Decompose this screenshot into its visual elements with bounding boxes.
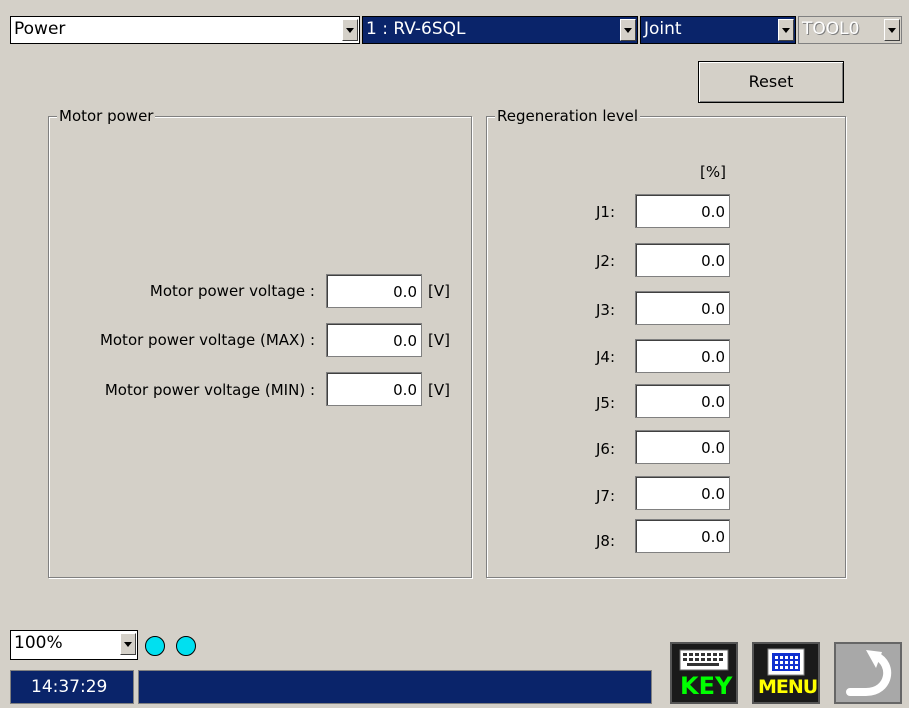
coordinate-select-value: Joint	[644, 19, 682, 39]
screen-select-value: Power	[14, 19, 66, 39]
key-button-label: KEY	[680, 672, 733, 700]
joint-label-j5: J5:	[596, 394, 616, 412]
joint-label-j6: J6:	[596, 440, 616, 458]
motor-voltage-unit: [V]	[428, 282, 450, 300]
joint-value-j4: 0.0	[635, 339, 730, 373]
joint-label-j1: J1:	[596, 203, 616, 221]
tool-select-value: TOOL0	[802, 19, 860, 39]
motor-power-title: Motor power	[57, 107, 156, 125]
motor-voltage-label: Motor power voltage :	[149, 282, 315, 300]
motor-voltage-min-field: 0.0	[326, 372, 422, 406]
joint-value-j2: 0.0	[635, 243, 730, 277]
motor-voltage-max-label: Motor power voltage (MAX) :	[99, 331, 315, 349]
motor-voltage-max-field: 0.0	[326, 323, 422, 357]
status-indicator-1	[145, 636, 165, 656]
key-button[interactable]: KEY	[670, 642, 738, 704]
motor-voltage-field: 0.0	[326, 274, 422, 308]
coordinate-select[interactable]: Joint	[640, 16, 796, 44]
return-arrow-icon	[846, 650, 892, 696]
status-message-bar	[138, 670, 652, 704]
joint-value-j3: 0.0	[635, 291, 730, 325]
joint-label-j3: J3:	[596, 301, 616, 319]
regeneration-unit: [%]	[700, 163, 726, 181]
regeneration-level-title: Regeneration level	[495, 107, 640, 125]
joint-value-j6: 0.0	[635, 430, 730, 464]
chevron-down-icon[interactable]	[120, 633, 136, 655]
joint-label-j4: J4:	[596, 348, 616, 366]
speed-select[interactable]: 100%	[10, 630, 138, 660]
speed-select-value: 100%	[14, 633, 63, 653]
joint-value-j5: 0.0	[635, 384, 730, 418]
menu-button[interactable]: MENU	[752, 642, 820, 704]
motor-voltage-min-unit: [V]	[428, 381, 450, 399]
joint-label-j7: J7:	[596, 487, 616, 505]
chevron-down-icon[interactable]	[884, 19, 900, 41]
robot-select[interactable]: 1 : RV-6SQL	[362, 16, 638, 44]
joint-label-j2: J2:	[596, 252, 616, 270]
robot-select-value: 1 : RV-6SQL	[366, 19, 466, 39]
motor-voltage-min-label: Motor power voltage (MIN) :	[104, 381, 315, 399]
tool-select[interactable]: TOOL0	[798, 16, 902, 44]
motor-voltage-max-unit: [V]	[428, 331, 450, 349]
chevron-down-icon[interactable]	[778, 19, 794, 41]
chevron-down-icon[interactable]	[342, 19, 358, 41]
joint-value-j1: 0.0	[635, 194, 730, 228]
joint-value-j8: 0.0	[635, 519, 730, 553]
time-display: 14:37:29	[10, 670, 134, 704]
joint-value-j7: 0.0	[635, 476, 730, 510]
status-indicator-2	[176, 636, 196, 656]
screen-select[interactable]: Power	[10, 16, 360, 44]
chevron-down-icon[interactable]	[620, 19, 636, 41]
reset-button[interactable]: Reset	[698, 61, 844, 103]
menu-button-label: MENU	[758, 676, 818, 698]
joint-label-j8: J8:	[596, 532, 616, 550]
back-button[interactable]	[834, 642, 902, 704]
